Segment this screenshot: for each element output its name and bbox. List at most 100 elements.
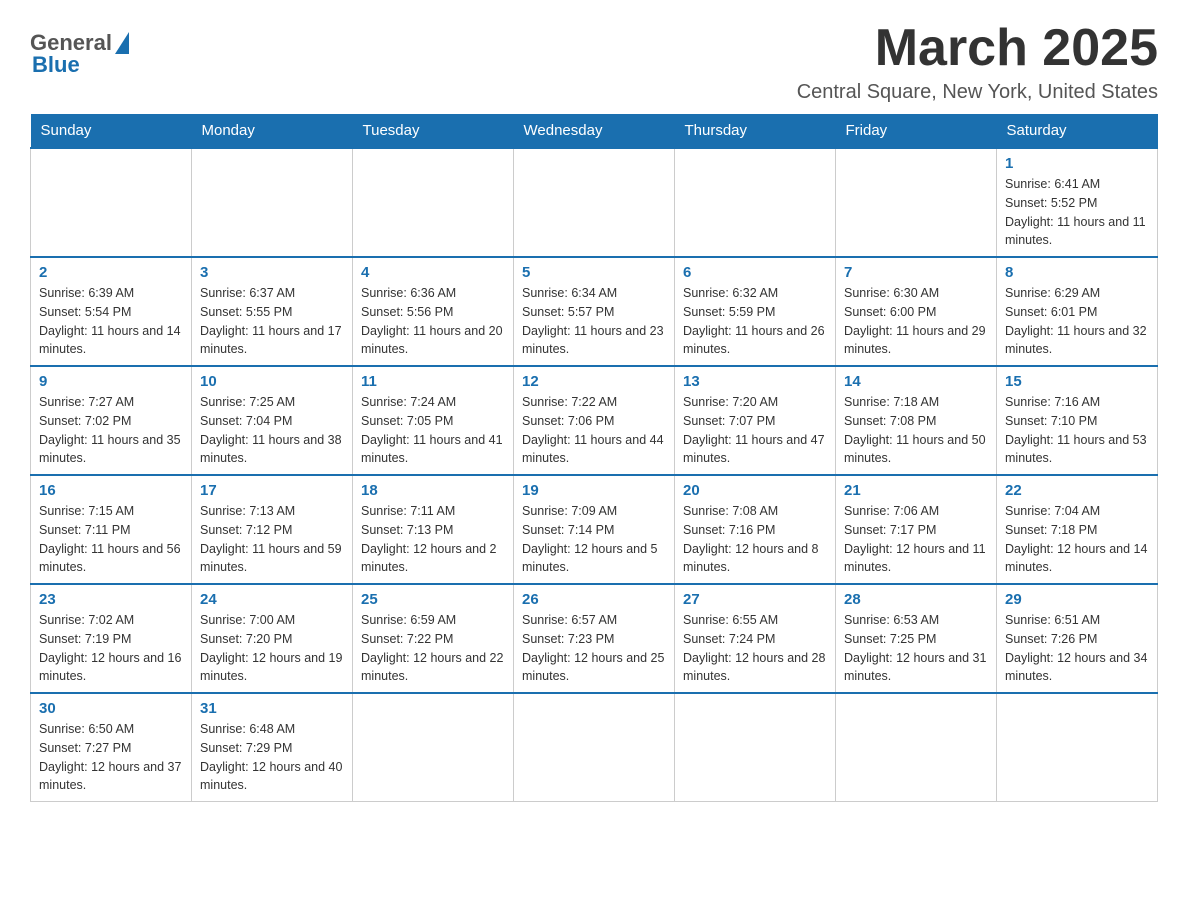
- calendar-cell: [675, 693, 836, 802]
- day-info: Sunrise: 7:18 AM Sunset: 7:08 PM Dayligh…: [844, 393, 988, 468]
- day-number: 29: [1005, 591, 1149, 608]
- calendar-week-row: 1Sunrise: 6:41 AM Sunset: 5:52 PM Daylig…: [31, 148, 1158, 257]
- calendar-cell: [353, 148, 514, 257]
- page-header: General Blue March 2025 Central Square, …: [30, 20, 1158, 104]
- calendar-cell: 15 Sunrise: 7:16 AM Sunset: 7:10 PM Dayli…: [997, 366, 1158, 475]
- day-number: 22: [1005, 482, 1149, 499]
- calendar-cell: 26 Sunrise: 6:57 AM Sunset: 7:23 PM Dayli…: [514, 584, 675, 693]
- day-number: 6: [683, 264, 827, 281]
- calendar-cell: [353, 693, 514, 802]
- day-info: Sunrise: 7:00 AM Sunset: 7:20 PM Dayligh…: [200, 611, 344, 686]
- calendar-day-header: Friday: [836, 114, 997, 148]
- day-info: Sunrise: 7:24 AM Sunset: 7:05 PM Dayligh…: [361, 393, 505, 468]
- day-info: Sunrise: 6:37 AM Sunset: 5:55 PM Dayligh…: [200, 284, 344, 359]
- day-number: 30: [39, 700, 183, 717]
- logo-triangle-icon: [115, 32, 129, 54]
- day-info: Sunrise: 6:50 AM Sunset: 7:27 PM Dayligh…: [39, 720, 183, 795]
- calendar-cell: [997, 693, 1158, 802]
- day-info: Sunrise: 7:08 AM Sunset: 7:16 PM Dayligh…: [683, 502, 827, 577]
- calendar-day-header: Wednesday: [514, 114, 675, 148]
- logo-blue-text: Blue: [32, 52, 80, 78]
- calendar-cell: 4Sunrise: 6:36 AM Sunset: 5:56 PM Daylig…: [353, 257, 514, 366]
- day-info: Sunrise: 6:51 AM Sunset: 7:26 PM Dayligh…: [1005, 611, 1149, 686]
- calendar-cell: 28 Sunrise: 6:53 AM Sunset: 7:25 PM Dayli…: [836, 584, 997, 693]
- day-info: Sunrise: 6:41 AM Sunset: 5:52 PM Dayligh…: [1005, 175, 1149, 250]
- day-number: 16: [39, 482, 183, 499]
- calendar-cell: 12Sunrise: 7:22 AM Sunset: 7:06 PM Dayli…: [514, 366, 675, 475]
- calendar-cell: [514, 693, 675, 802]
- calendar-cell: 25Sunrise: 6:59 AM Sunset: 7:22 PM Dayli…: [353, 584, 514, 693]
- location-title: Central Square, New York, United States: [797, 81, 1158, 104]
- calendar-cell: 3 Sunrise: 6:37 AM Sunset: 5:55 PM Daylig…: [192, 257, 353, 366]
- day-number: 26: [522, 591, 666, 608]
- day-info: Sunrise: 7:15 AM Sunset: 7:11 PM Dayligh…: [39, 502, 183, 577]
- calendar-day-header: Thursday: [675, 114, 836, 148]
- calendar-cell: 24Sunrise: 7:00 AM Sunset: 7:20 PM Dayli…: [192, 584, 353, 693]
- day-number: 18: [361, 482, 505, 499]
- day-number: 10: [200, 373, 344, 390]
- calendar-cell: 6 Sunrise: 6:32 AM Sunset: 5:59 PM Daylig…: [675, 257, 836, 366]
- day-info: Sunrise: 6:34 AM Sunset: 5:57 PM Dayligh…: [522, 284, 666, 359]
- day-info: Sunrise: 7:13 AM Sunset: 7:12 PM Dayligh…: [200, 502, 344, 577]
- calendar-week-row: 16 Sunrise: 7:15 AM Sunset: 7:11 PM Dayli…: [31, 475, 1158, 584]
- day-info: Sunrise: 7:20 AM Sunset: 7:07 PM Dayligh…: [683, 393, 827, 468]
- calendar-cell: 23Sunrise: 7:02 AM Sunset: 7:19 PM Dayli…: [31, 584, 192, 693]
- day-info: Sunrise: 7:06 AM Sunset: 7:17 PM Dayligh…: [844, 502, 988, 577]
- calendar-cell: [192, 148, 353, 257]
- calendar-cell: [31, 148, 192, 257]
- calendar-cell: 19Sunrise: 7:09 AM Sunset: 7:14 PM Dayli…: [514, 475, 675, 584]
- calendar-cell: 10Sunrise: 7:25 AM Sunset: 7:04 PM Dayli…: [192, 366, 353, 475]
- calendar-cell: 9Sunrise: 7:27 AM Sunset: 7:02 PM Daylig…: [31, 366, 192, 475]
- day-number: 17: [200, 482, 344, 499]
- calendar-cell: 31 Sunrise: 6:48 AM Sunset: 7:29 PM Dayli…: [192, 693, 353, 802]
- calendar-cell: 30 Sunrise: 6:50 AM Sunset: 7:27 PM Dayli…: [31, 693, 192, 802]
- calendar-week-row: 30 Sunrise: 6:50 AM Sunset: 7:27 PM Dayli…: [31, 693, 1158, 802]
- calendar-week-row: 9Sunrise: 7:27 AM Sunset: 7:02 PM Daylig…: [31, 366, 1158, 475]
- calendar-cell: 14Sunrise: 7:18 AM Sunset: 7:08 PM Dayli…: [836, 366, 997, 475]
- day-info: Sunrise: 6:57 AM Sunset: 7:23 PM Dayligh…: [522, 611, 666, 686]
- day-info: Sunrise: 6:53 AM Sunset: 7:25 PM Dayligh…: [844, 611, 988, 686]
- calendar-day-header: Sunday: [31, 114, 192, 148]
- calendar-cell: 5 Sunrise: 6:34 AM Sunset: 5:57 PM Daylig…: [514, 257, 675, 366]
- day-number: 2: [39, 264, 183, 281]
- calendar-header-row: SundayMondayTuesdayWednesdayThursdayFrid…: [31, 114, 1158, 148]
- calendar-cell: 17 Sunrise: 7:13 AM Sunset: 7:12 PM Dayli…: [192, 475, 353, 584]
- day-number: 25: [361, 591, 505, 608]
- day-number: 27: [683, 591, 827, 608]
- day-number: 4: [361, 264, 505, 281]
- calendar-cell: 2 Sunrise: 6:39 AM Sunset: 5:54 PM Daylig…: [31, 257, 192, 366]
- day-info: Sunrise: 7:11 AM Sunset: 7:13 PM Dayligh…: [361, 502, 505, 577]
- day-info: Sunrise: 6:48 AM Sunset: 7:29 PM Dayligh…: [200, 720, 344, 795]
- calendar-day-header: Monday: [192, 114, 353, 148]
- calendar-cell: [836, 148, 997, 257]
- title-area: March 2025 Central Square, New York, Uni…: [797, 20, 1158, 104]
- calendar-cell: [836, 693, 997, 802]
- calendar-cell: 13Sunrise: 7:20 AM Sunset: 7:07 PM Dayli…: [675, 366, 836, 475]
- day-number: 7: [844, 264, 988, 281]
- calendar-cell: 1Sunrise: 6:41 AM Sunset: 5:52 PM Daylig…: [997, 148, 1158, 257]
- calendar-cell: 21 Sunrise: 7:06 AM Sunset: 7:17 PM Dayli…: [836, 475, 997, 584]
- day-info: Sunrise: 6:32 AM Sunset: 5:59 PM Dayligh…: [683, 284, 827, 359]
- day-number: 28: [844, 591, 988, 608]
- calendar-cell: 20 Sunrise: 7:08 AM Sunset: 7:16 PM Dayli…: [675, 475, 836, 584]
- day-info: Sunrise: 7:16 AM Sunset: 7:10 PM Dayligh…: [1005, 393, 1149, 468]
- day-number: 20: [683, 482, 827, 499]
- calendar-day-header: Tuesday: [353, 114, 514, 148]
- calendar-cell: 8Sunrise: 6:29 AM Sunset: 6:01 PM Daylig…: [997, 257, 1158, 366]
- calendar-cell: 11Sunrise: 7:24 AM Sunset: 7:05 PM Dayli…: [353, 366, 514, 475]
- calendar-cell: [675, 148, 836, 257]
- day-info: Sunrise: 6:39 AM Sunset: 5:54 PM Dayligh…: [39, 284, 183, 359]
- calendar-cell: [514, 148, 675, 257]
- day-number: 21: [844, 482, 988, 499]
- day-number: 23: [39, 591, 183, 608]
- day-number: 31: [200, 700, 344, 717]
- calendar-day-header: Saturday: [997, 114, 1158, 148]
- day-number: 3: [200, 264, 344, 281]
- logo: General Blue: [30, 30, 129, 78]
- day-number: 12: [522, 373, 666, 390]
- day-number: 15: [1005, 373, 1149, 390]
- calendar-cell: 7Sunrise: 6:30 AM Sunset: 6:00 PM Daylig…: [836, 257, 997, 366]
- day-number: 9: [39, 373, 183, 390]
- day-info: Sunrise: 7:09 AM Sunset: 7:14 PM Dayligh…: [522, 502, 666, 577]
- day-number: 5: [522, 264, 666, 281]
